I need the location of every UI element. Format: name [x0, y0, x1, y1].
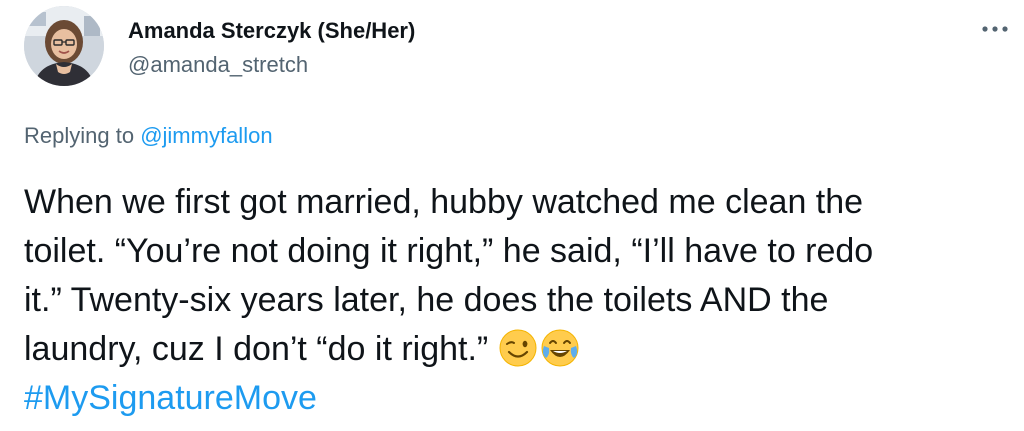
avatar-photo: [24, 6, 104, 86]
hashtag-link[interactable]: #MySignatureMove: [24, 374, 1009, 423]
more-options-button[interactable]: [978, 14, 1012, 44]
tweet-text: When we first got married, hubby watched…: [24, 178, 1009, 423]
face-with-tears-of-joy-emoji: [540, 328, 580, 368]
winking-face-emoji: [498, 328, 538, 368]
mention-link[interactable]: @jimmyfallon: [140, 123, 272, 148]
replying-to: Replying to @jimmyfallon: [24, 122, 273, 150]
author-handle[interactable]: @amanda_stretch: [128, 51, 308, 79]
author-display-name[interactable]: Amanda Sterczyk (She/Her): [128, 17, 415, 45]
tweet-line: toilet. “You’re not doing it right,” he …: [24, 232, 874, 270]
avatar[interactable]: [24, 6, 104, 86]
tweet-line: laundry, cuz I don’t “do it right.”: [24, 330, 489, 368]
tweet-card: Amanda Sterczyk (She/Her) @amanda_stretc…: [0, 0, 1024, 431]
replying-to-prefix: Replying to: [24, 123, 135, 148]
tweet-line-last: laundry, cuz I don’t “do it right.”: [24, 325, 1009, 374]
more-options-icon: [981, 25, 1009, 33]
tweet-line: it.” Twenty-six years later, he does the…: [24, 281, 829, 319]
tweet-line: When we first got married, hubby watched…: [24, 183, 864, 221]
